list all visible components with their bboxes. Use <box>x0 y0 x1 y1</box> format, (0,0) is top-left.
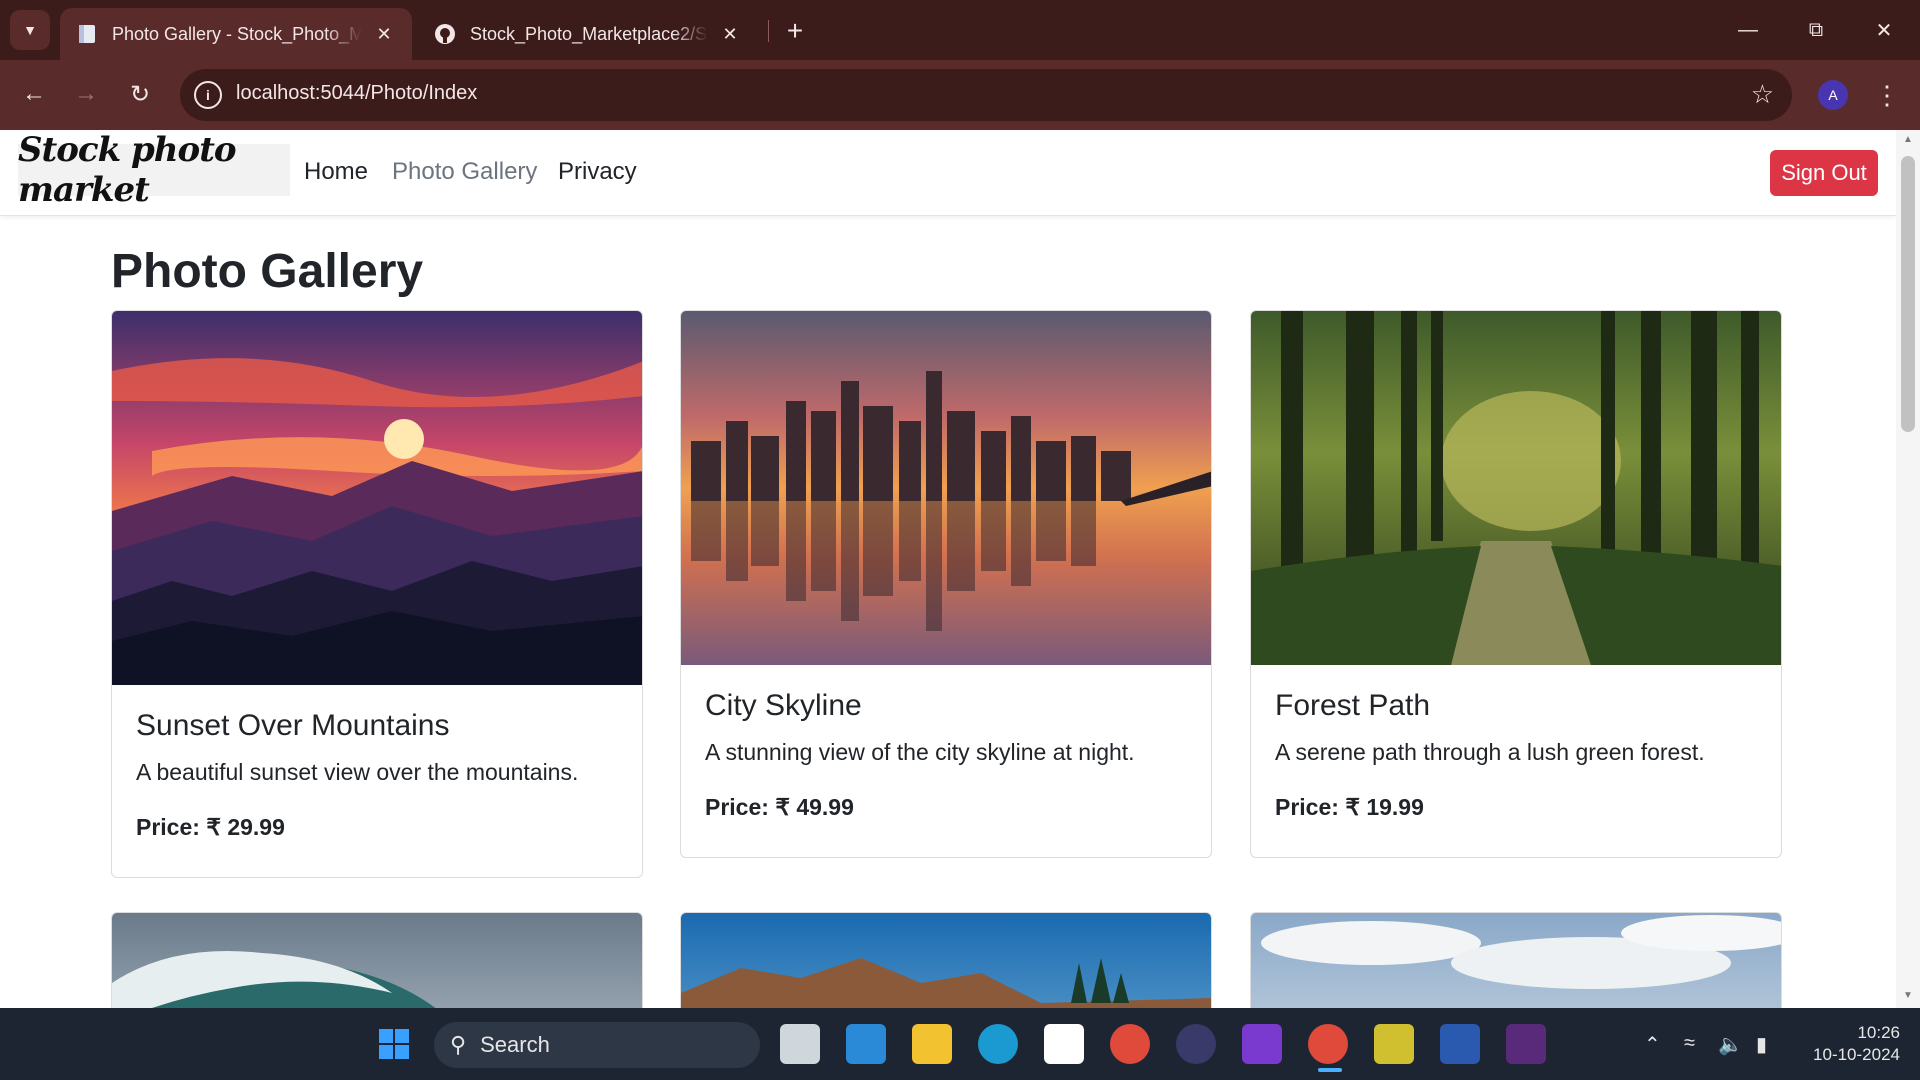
photo-forest-path[interactable] <box>1251 311 1781 665</box>
close-window-icon[interactable]: ✕ <box>1856 8 1912 52</box>
browser-toolbar: ← → ↻ i localhost:5044/Photo/Index ☆ A ⋮ <box>0 60 1920 130</box>
photo-mountain-lake[interactable] <box>681 913 1211 1008</box>
clock-time: 10:26 <box>1857 1023 1900 1042</box>
tab-title: Stock_Photo_Marketplace2/Stock_Photo_Mar… <box>470 23 708 44</box>
windows-start-icon[interactable] <box>374 1024 414 1064</box>
taskbar-search[interactable]: ⚲ Search <box>434 1022 760 1068</box>
photo-city-skyline[interactable] <box>681 311 1211 665</box>
app-icon[interactable] <box>1374 1024 1414 1064</box>
clock-date: 10-10-2024 <box>1813 1045 1900 1064</box>
scroll-up-icon[interactable]: ▲ <box>1901 134 1915 148</box>
nav-photo-gallery[interactable]: Photo Gallery <box>392 158 537 186</box>
system-clock[interactable]: 10:26 10-10-2024 <box>1796 1022 1900 1066</box>
terminal-icon[interactable] <box>1506 1024 1546 1064</box>
photo-card <box>680 912 1212 1008</box>
photo-ocean-wave[interactable] <box>112 913 642 1008</box>
tab-search-button[interactable]: ▼ <box>10 10 50 50</box>
page-viewport: Stock photo market Home Photo Gallery Pr… <box>0 130 1896 1008</box>
photo-price: Price: ₹ 49.99 <box>705 794 854 820</box>
photo-title: City Skyline <box>705 689 862 722</box>
close-icon[interactable]: ✕ <box>372 22 396 46</box>
photo-card: Sunset Over Mountains A beautiful sunset… <box>111 310 643 878</box>
chevron-up-icon[interactable]: ⌃ <box>1644 1032 1661 1057</box>
restore-icon[interactable]: ⧉ <box>1788 8 1844 52</box>
photo-title: Sunset Over Mountains <box>136 709 450 742</box>
page-title: Photo Gallery <box>111 245 424 298</box>
edge-icon[interactable] <box>978 1024 1018 1064</box>
nav-home[interactable]: Home <box>304 158 368 186</box>
search-label: Search <box>480 1032 550 1057</box>
tab-github[interactable]: Stock_Photo_Marketplace2/Stock_Photo_Mar… <box>418 8 758 60</box>
search-icon: ⚲ <box>450 1032 467 1057</box>
site-info-icon[interactable]: i <box>194 81 222 109</box>
photo-sunset-mountains[interactable] <box>112 311 642 685</box>
file-explorer-icon[interactable] <box>912 1024 952 1064</box>
photo-description: A beautiful sunset view over the mountai… <box>136 759 579 785</box>
photo-cloudy-sky[interactable] <box>1251 913 1781 1008</box>
page-icon <box>76 23 98 45</box>
photo-description: A serene path through a lush green fores… <box>1275 739 1705 765</box>
github-icon <box>434 23 456 45</box>
chrome-profile-icon[interactable] <box>1308 1024 1348 1064</box>
active-app-indicator <box>1318 1068 1342 1072</box>
os-taskbar: ⚲ Search ⌃ ≈ 🔈 ▮ 10:26 10-10-2024 <box>0 1008 1920 1080</box>
word-icon[interactable] <box>1440 1024 1480 1064</box>
address-bar[interactable]: i localhost:5044/Photo/Index ☆ <box>180 69 1792 121</box>
photo-title: Forest Path <box>1275 689 1431 722</box>
visual-studio-icon[interactable] <box>1242 1024 1282 1064</box>
url-text: localhost:5044/Photo/Index <box>236 82 478 104</box>
scroll-thumb[interactable] <box>1901 156 1915 432</box>
site-navbar: Stock photo market Home Photo Gallery Pr… <box>0 130 1896 216</box>
nav-privacy[interactable]: Privacy <box>558 158 637 186</box>
photo-description: A stunning view of the city skyline at n… <box>705 739 1135 765</box>
sign-out-button[interactable]: Sign Out <box>1770 150 1878 196</box>
profile-avatar[interactable]: A <box>1818 80 1848 110</box>
minimize-icon[interactable]: — <box>1720 8 1776 52</box>
new-tab-button[interactable]: + <box>778 14 812 48</box>
tab-separator <box>768 20 769 42</box>
back-arrow-icon[interactable]: ← <box>14 74 54 114</box>
tab-title: Photo Gallery - Stock_Photo_Marketplace2 <box>112 23 362 44</box>
reload-icon[interactable]: ↻ <box>120 74 160 114</box>
photo-card: Forest Path A serene path through a lush… <box>1250 310 1782 858</box>
wifi-icon[interactable]: ≈ <box>1684 1032 1695 1055</box>
brand-logo[interactable]: Stock photo market <box>18 130 290 210</box>
photo-card <box>111 912 643 1008</box>
eclipse-icon[interactable] <box>1176 1024 1216 1064</box>
photo-price: Price: ₹ 29.99 <box>136 814 285 840</box>
task-view-icon[interactable] <box>780 1024 820 1064</box>
photo-card: City Skyline A stunning view of the city… <box>680 310 1212 858</box>
battery-icon[interactable]: ▮ <box>1756 1032 1767 1057</box>
page-scrollbar[interactable]: ▲ ▼ <box>1896 130 1920 1008</box>
close-icon[interactable]: ✕ <box>718 22 742 46</box>
scroll-down-icon[interactable]: ▼ <box>1901 990 1915 1004</box>
forward-arrow-icon[interactable]: → <box>66 74 106 114</box>
store-icon[interactable] <box>1044 1024 1084 1064</box>
photo-price: Price: ₹ 19.99 <box>1275 794 1424 820</box>
volume-icon[interactable]: 🔈 <box>1718 1032 1743 1057</box>
chevron-down-icon: ▼ <box>23 22 37 38</box>
bookmark-star-icon[interactable]: ☆ <box>1751 79 1774 110</box>
tab-photo-gallery[interactable]: Photo Gallery - Stock_Photo_Marketplace2… <box>60 8 412 60</box>
widgets-icon[interactable] <box>846 1024 886 1064</box>
more-menu-icon[interactable]: ⋮ <box>1872 78 1902 112</box>
photo-card <box>1250 912 1782 1008</box>
chrome-icon[interactable] <box>1110 1024 1150 1064</box>
browser-tabstrip: ▼ Photo Gallery - Stock_Photo_Marketplac… <box>0 0 1920 60</box>
